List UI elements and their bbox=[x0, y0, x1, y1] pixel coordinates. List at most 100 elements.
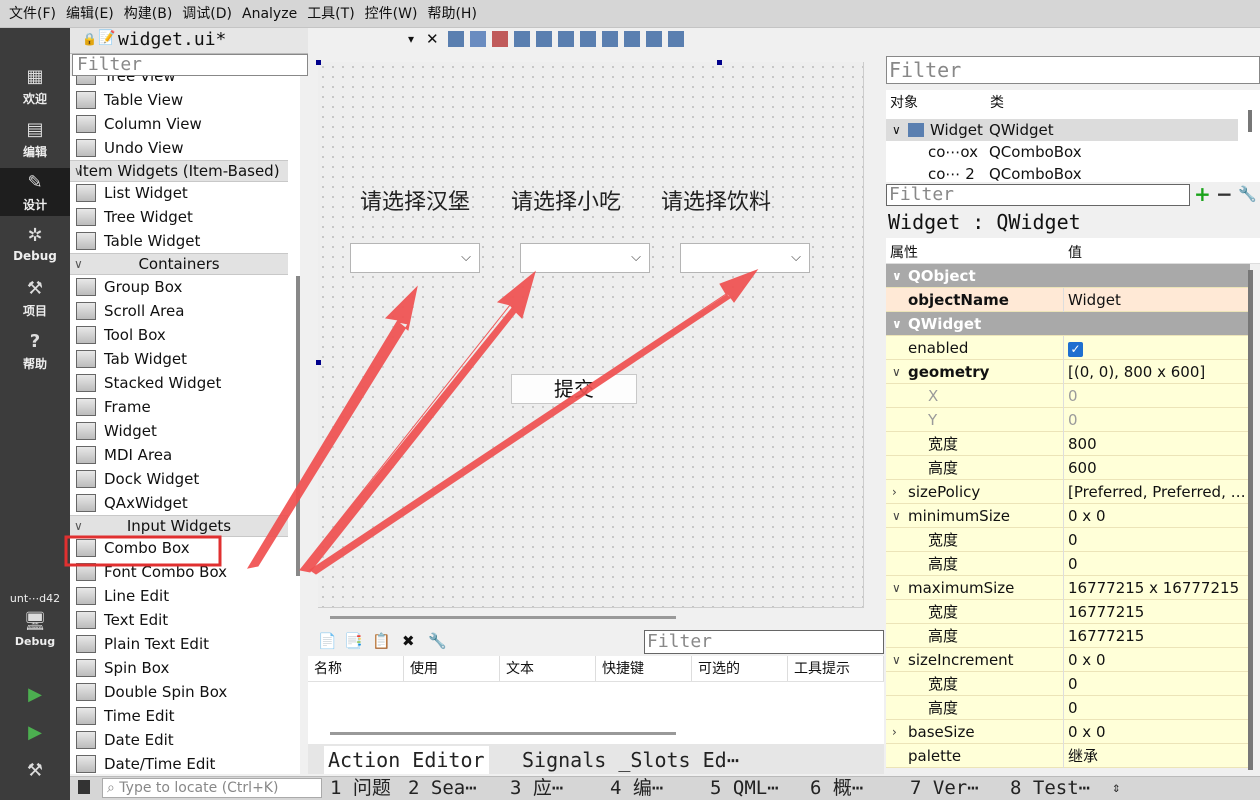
property-row[interactable]: palette 继承 bbox=[886, 744, 1250, 768]
property-row[interactable]: ∨ QWidget bbox=[886, 312, 1250, 336]
property-row[interactable]: ∨ maximumSize 16777215 x 16777215 bbox=[886, 576, 1250, 600]
widget-item[interactable]: Frame bbox=[70, 395, 288, 419]
edit-buddies-icon[interactable] bbox=[492, 31, 508, 47]
widget-item[interactable]: Table View bbox=[70, 88, 288, 112]
property-row[interactable]: ∨ QObject bbox=[886, 264, 1250, 288]
action-hscrollbar[interactable] bbox=[330, 732, 676, 735]
widget-item[interactable]: Group Box bbox=[70, 275, 288, 299]
canvas-hscrollbar[interactable] bbox=[330, 616, 676, 619]
form-canvas[interactable] bbox=[318, 62, 864, 608]
widget-item[interactable]: Text Edit bbox=[70, 608, 288, 632]
widget-category[interactable]: ∨ Containers bbox=[70, 253, 288, 275]
widgetbox-scrollbar[interactable] bbox=[296, 276, 300, 576]
edit-widgets-icon[interactable] bbox=[448, 31, 464, 47]
layout-horizontal-icon[interactable] bbox=[536, 31, 552, 47]
property-row[interactable]: 高度 0 bbox=[886, 696, 1250, 720]
output-pane-tab[interactable]: 7 Ver⋯ bbox=[910, 776, 979, 800]
run-button[interactable]: ▶ bbox=[0, 684, 70, 708]
add-property-icon[interactable]: + bbox=[1194, 182, 1211, 206]
menu-item[interactable]: Analyze bbox=[237, 0, 302, 28]
kit-selector[interactable]: unt⋯d42 🖥 Debug bbox=[0, 592, 70, 648]
object-row[interactable]: co⋯ 2 QComboBox bbox=[886, 163, 1238, 182]
widget-item[interactable]: Tool Box bbox=[70, 323, 288, 347]
resize-handle[interactable] bbox=[316, 60, 321, 65]
close-icon[interactable]: ✕ bbox=[426, 30, 439, 48]
snack-combobox[interactable]: ⌵ bbox=[520, 243, 650, 273]
widget-item[interactable]: Plain Text Edit bbox=[70, 632, 288, 656]
mode-5[interactable]: ⚒ 项目 bbox=[0, 274, 70, 322]
property-row[interactable]: 高度 600 bbox=[886, 456, 1250, 480]
property-row[interactable]: 宽度 0 bbox=[886, 672, 1250, 696]
new-action-icon[interactable]: 📄 bbox=[318, 632, 337, 650]
output-pane-tab[interactable]: 5 QML⋯ bbox=[710, 776, 779, 800]
object-row[interactable]: ∨ Widget QWidget bbox=[886, 119, 1238, 141]
widget-item[interactable]: Date/Time Edit bbox=[70, 752, 288, 774]
copy-action-icon[interactable]: 📑 bbox=[344, 632, 363, 650]
widget-category[interactable]: ∨ Item Widgets (Item-Based) bbox=[70, 160, 288, 182]
locator-input[interactable]: ⌕ Type to locate (Ctrl+K) bbox=[102, 778, 322, 798]
property-row[interactable]: 宽度 800 bbox=[886, 432, 1250, 456]
sidebar-toggle-icon[interactable] bbox=[78, 780, 90, 794]
widget-item[interactable]: Font Combo Box bbox=[70, 560, 288, 584]
output-pane-tab[interactable]: 1 问题 bbox=[330, 776, 391, 800]
widget-item[interactable]: Stacked Widget bbox=[70, 371, 288, 395]
document-tab[interactable]: widget.ui* bbox=[118, 29, 226, 50]
dropdown-icon[interactable]: ▾ bbox=[408, 32, 414, 46]
edit-signals-icon[interactable] bbox=[470, 31, 486, 47]
menu-item[interactable]: 调试(D) bbox=[177, 0, 237, 28]
widget-item[interactable]: QAxWidget bbox=[70, 491, 288, 515]
widget-item[interactable]: Scroll Area bbox=[70, 299, 288, 323]
layout-form-icon[interactable] bbox=[646, 31, 662, 47]
widget-item[interactable]: Column View bbox=[70, 112, 288, 136]
widget-item[interactable]: Date Edit bbox=[70, 728, 288, 752]
configure-icon[interactable]: 🔧 bbox=[428, 632, 447, 650]
splitter-horizontal-icon[interactable] bbox=[580, 31, 596, 47]
mode-6[interactable]: ? 帮助 bbox=[0, 327, 70, 375]
delete-action-icon[interactable]: ✖ bbox=[402, 632, 415, 650]
widget-item[interactable]: List Widget bbox=[70, 181, 288, 205]
burger-combobox[interactable]: ⌵ bbox=[350, 243, 480, 273]
object-filter-input[interactable]: Filter bbox=[886, 56, 1260, 84]
menu-item[interactable]: 构建(B) bbox=[119, 0, 178, 28]
widget-item[interactable]: Table Widget bbox=[70, 229, 288, 253]
property-row[interactable]: › baseSize 0 x 0 bbox=[886, 720, 1250, 744]
property-row[interactable]: 宽度 16777215 bbox=[886, 600, 1250, 624]
object-scrollbar[interactable] bbox=[1248, 110, 1252, 132]
build-button[interactable]: ⚒ bbox=[0, 760, 70, 784]
widgetbox-filter-input[interactable]: Filter bbox=[72, 54, 308, 76]
adjust-size-icon[interactable] bbox=[668, 31, 684, 47]
paste-action-icon[interactable]: 📋 bbox=[372, 632, 391, 650]
widget-item[interactable]: Line Edit bbox=[70, 584, 288, 608]
property-row[interactable]: objectName Widget bbox=[886, 288, 1250, 312]
widget-item[interactable]: Spin Box bbox=[70, 656, 288, 680]
updown-icon[interactable]: ⇕ bbox=[1112, 776, 1120, 800]
property-row[interactable]: Y0 bbox=[886, 408, 1250, 432]
submit-button[interactable]: 提交 bbox=[511, 374, 637, 404]
mode-2[interactable]: ▤ 编辑 bbox=[0, 115, 70, 163]
property-row[interactable]: X0 bbox=[886, 384, 1250, 408]
debug-run-button[interactable]: ▶ bbox=[0, 722, 70, 746]
drink-combobox[interactable]: ⌵ bbox=[680, 243, 810, 273]
splitter-vertical-icon[interactable] bbox=[602, 31, 618, 47]
widget-item[interactable]: Combo Box bbox=[70, 536, 288, 560]
menu-item[interactable]: 帮助(H) bbox=[422, 0, 481, 28]
mode-3[interactable]: ✎ 设计 bbox=[0, 168, 70, 216]
property-scrollbar[interactable] bbox=[1248, 270, 1253, 770]
mode-1[interactable]: ▦ 欢迎 bbox=[0, 62, 70, 110]
mode-4[interactable]: ✲ Debug bbox=[0, 221, 70, 269]
widget-item[interactable]: Dock Widget bbox=[70, 467, 288, 491]
menu-item[interactable]: 文件(F) bbox=[4, 0, 61, 28]
resize-handle[interactable] bbox=[316, 360, 321, 365]
resize-handle[interactable] bbox=[717, 60, 722, 65]
edit-tab-order-icon[interactable] bbox=[514, 31, 530, 47]
output-pane-tab[interactable]: 4 编⋯ bbox=[610, 776, 663, 800]
wrench-icon[interactable]: 🔧 bbox=[1238, 185, 1257, 203]
widget-category[interactable]: ∨ Input Widgets bbox=[70, 515, 288, 537]
menu-item[interactable]: 控件(W) bbox=[360, 0, 423, 28]
tab-signals-slots[interactable]: Signals _Slots Ed⋯ bbox=[522, 746, 739, 774]
menu-item[interactable]: 工具(T) bbox=[302, 0, 359, 28]
property-row[interactable]: enabled ✓ bbox=[886, 336, 1250, 360]
layout-vertical-icon[interactable] bbox=[558, 31, 574, 47]
property-filter-input[interactable]: Filter bbox=[886, 184, 1190, 206]
remove-property-icon[interactable]: − bbox=[1216, 182, 1233, 206]
